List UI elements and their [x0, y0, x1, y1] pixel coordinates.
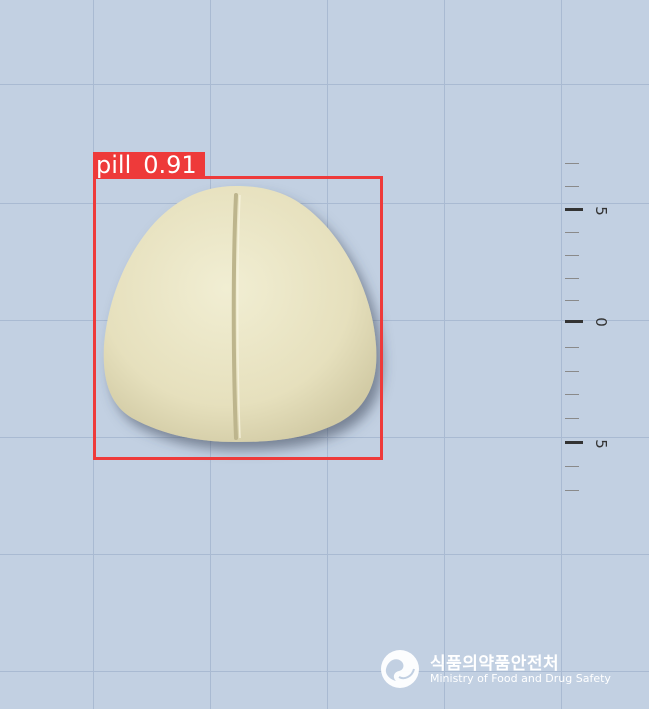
- detection-label: pill 0.91: [93, 151, 205, 179]
- ruler-tick: [565, 300, 579, 301]
- ruler-tick: [565, 466, 579, 467]
- ruler-label: 5: [592, 439, 610, 449]
- detection-confidence: 0.91: [143, 151, 197, 179]
- ruler-tick: [565, 208, 583, 211]
- ruler-tick: [565, 278, 579, 279]
- mfds-watermark: 식품의약품안전처 Ministry of Food and Drug Safet…: [378, 645, 628, 695]
- watermark-english: Ministry of Food and Drug Safety: [430, 672, 611, 685]
- detection-box: [93, 176, 383, 460]
- detection-class: pill: [96, 151, 132, 179]
- ruler-tick: [565, 255, 579, 256]
- ruler-tick: [565, 347, 579, 348]
- ruler: 5 0 5: [560, 150, 620, 510]
- ruler-tick: [565, 186, 579, 187]
- ruler-tick: [565, 232, 579, 233]
- ruler-label: 0: [592, 317, 610, 327]
- ruler-tick: [565, 371, 579, 372]
- photo-scene: pill 0.91 5 0 5 식품의약품안전처 Ministry of Food…: [0, 0, 649, 709]
- ruler-tick: [565, 441, 583, 444]
- ruler-tick: [565, 418, 579, 419]
- ruler-tick: [565, 490, 579, 491]
- mfds-logo-icon: [381, 650, 419, 688]
- ruler-tick: [565, 394, 579, 395]
- ruler-tick: [565, 320, 583, 323]
- ruler-tick: [565, 163, 579, 164]
- ruler-label: 5: [592, 206, 610, 216]
- watermark-korean: 식품의약품안전처: [430, 654, 560, 674]
